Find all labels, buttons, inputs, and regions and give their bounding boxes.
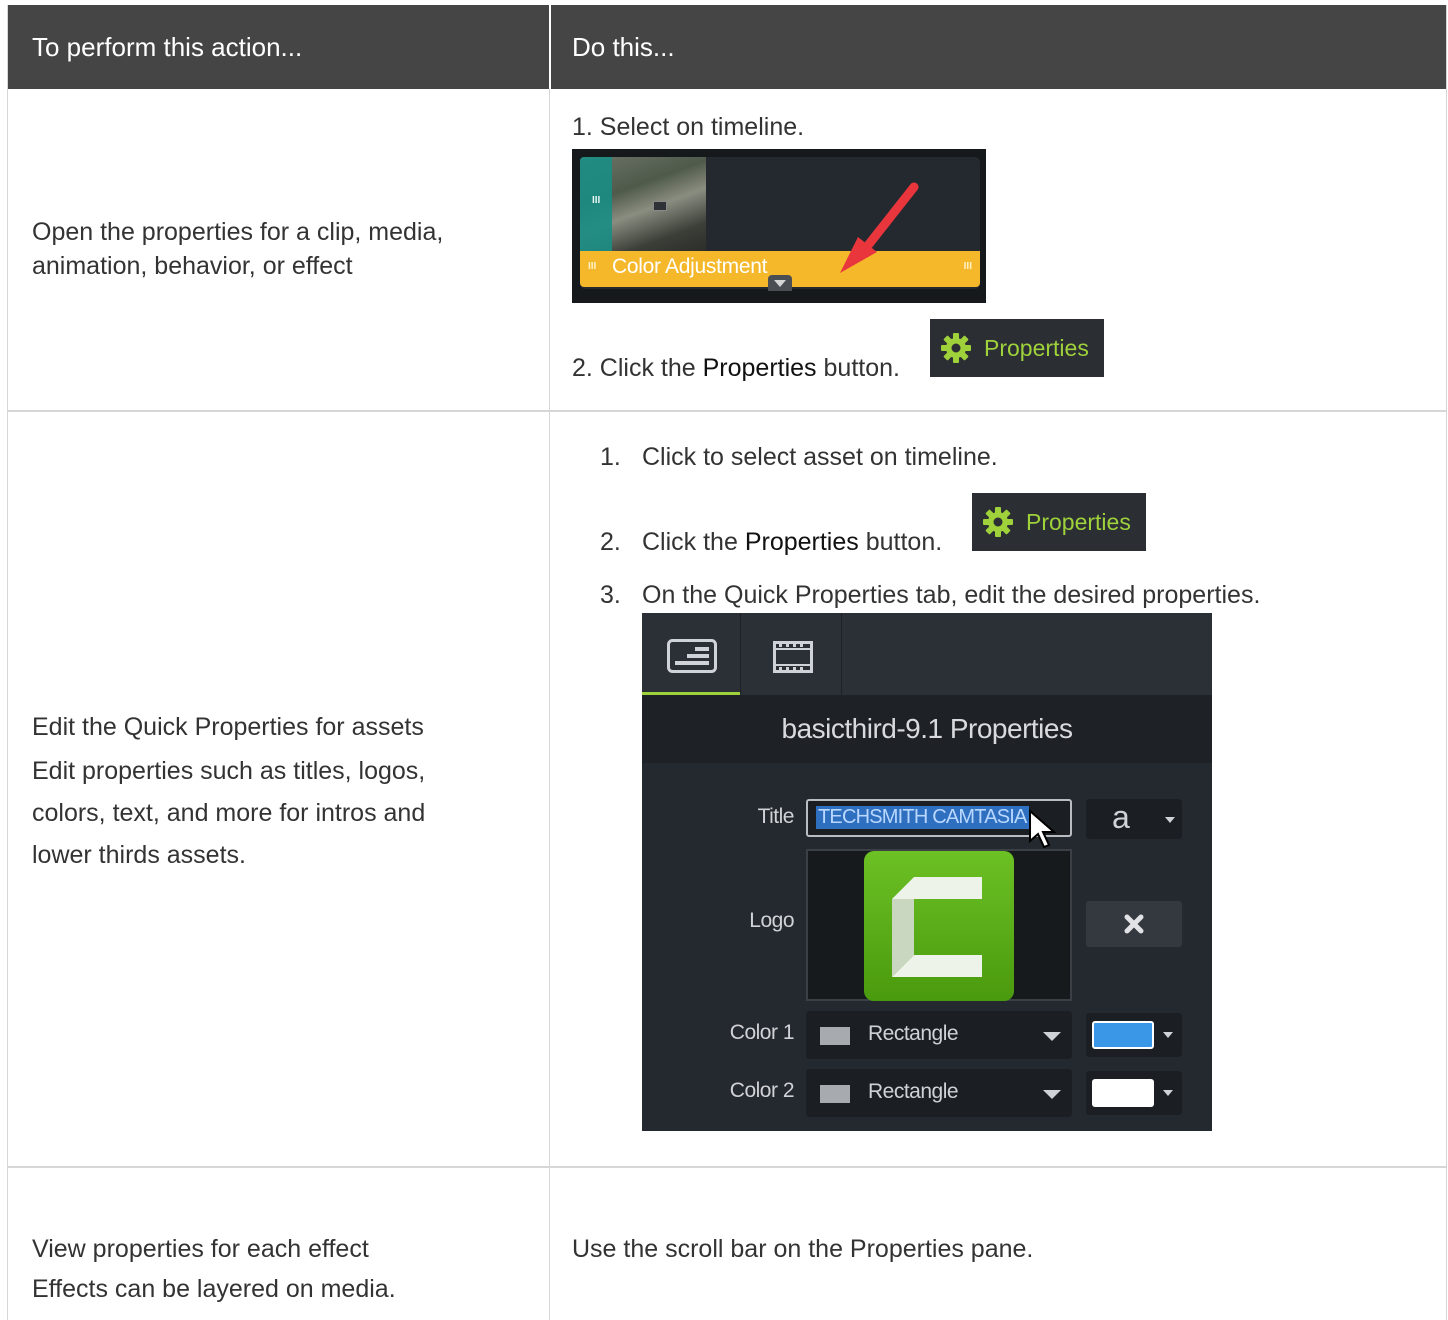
row1-step2: 2. Click the Properties button. (572, 354, 900, 382)
column-divider (549, 89, 550, 1320)
properties-button[interactable]: Properties (972, 493, 1146, 551)
row1-action: Open the properties for a clip, media, a… (32, 218, 444, 280)
gear-icon (941, 333, 971, 363)
mouse-cursor-icon (1029, 809, 1057, 849)
row3-action: View properties for each effect Effects … (32, 1235, 396, 1303)
camtasia-logo (864, 851, 1014, 1001)
color2-swatch (1092, 1079, 1154, 1107)
color2-swatch-dropdown[interactable] (1086, 1071, 1182, 1115)
close-icon (1124, 914, 1144, 934)
timeline-screenshot: III III Color Adjustment III (572, 149, 986, 303)
chevron-down-icon (1043, 1032, 1061, 1041)
chevron-down-icon (1043, 1090, 1061, 1099)
film-icon (773, 641, 813, 673)
rectangle-icon (820, 1085, 850, 1103)
color1-swatch (1092, 1021, 1154, 1049)
row2-action: Edit the Quick Properties for assets Edi… (32, 713, 426, 869)
quick-properties-panel: basicthird-9.1 Properties Title TECHSMIT… (642, 613, 1212, 1131)
gear-icon (983, 507, 1013, 537)
header-do-this: Do this... (572, 32, 675, 62)
properties-button-label: Properties (1026, 508, 1131, 535)
red-arrow-icon (840, 182, 919, 273)
row-divider (8, 1166, 1446, 1168)
logo-label: Logo (749, 909, 794, 932)
color2-shape-dropdown[interactable]: Rectangle (806, 1069, 1072, 1117)
header-divider (549, 5, 551, 89)
font-glyph: a (1112, 799, 1130, 835)
title-label: Title (757, 805, 795, 828)
color2-label: Color 2 (729, 1079, 795, 1102)
camtasia-c-icon (892, 877, 982, 977)
font-dropdown[interactable]: a (1086, 799, 1182, 839)
color1-shape-value: Rectangle (868, 1022, 959, 1045)
properties-title: basicthird-9.1 Properties (642, 695, 1212, 763)
row2-step1: 1. Click to select asset on timeline. (600, 443, 998, 471)
properties-button[interactable]: Properties (930, 319, 1104, 377)
remove-logo-button[interactable] (1086, 901, 1182, 947)
color1-shape-dropdown[interactable]: Rectangle (806, 1011, 1072, 1059)
row3-do: Use the scroll bar on the Properties pan… (572, 1235, 1034, 1263)
color1-label: Color 1 (729, 1021, 795, 1044)
chevron-down-icon (1163, 1090, 1173, 1096)
rectangle-icon (820, 1027, 850, 1045)
title-input-value: TECHSMITH CAMTASIA (816, 806, 1029, 829)
tab-visual-properties[interactable] (740, 613, 842, 695)
color1-swatch-dropdown[interactable] (1086, 1013, 1182, 1057)
quick-properties-icon (667, 639, 717, 673)
properties-bold: Properties (702, 354, 817, 382)
color2-shape-value: Rectangle (868, 1080, 959, 1103)
chevron-down-icon (1163, 1032, 1173, 1038)
logo-well[interactable] (806, 849, 1072, 1001)
properties-actions-table: To perform this action... Do this... Ope… (7, 5, 1447, 1320)
table-header: To perform this action... Do this... (8, 5, 1446, 89)
tab-quick-properties[interactable] (642, 613, 740, 695)
header-action: To perform this action... (32, 32, 303, 62)
chevron-down-icon (1165, 817, 1175, 823)
row2-step3: 3. On the Quick Properties tab, edit the … (600, 581, 1261, 609)
row1-step1: 1. Select on timeline. (572, 113, 805, 141)
row2-step2: 2. Click the Properties button. (600, 528, 943, 556)
properties-button-label: Properties (984, 334, 1089, 361)
properties-tabs (642, 613, 1212, 695)
row-divider (8, 410, 1446, 412)
